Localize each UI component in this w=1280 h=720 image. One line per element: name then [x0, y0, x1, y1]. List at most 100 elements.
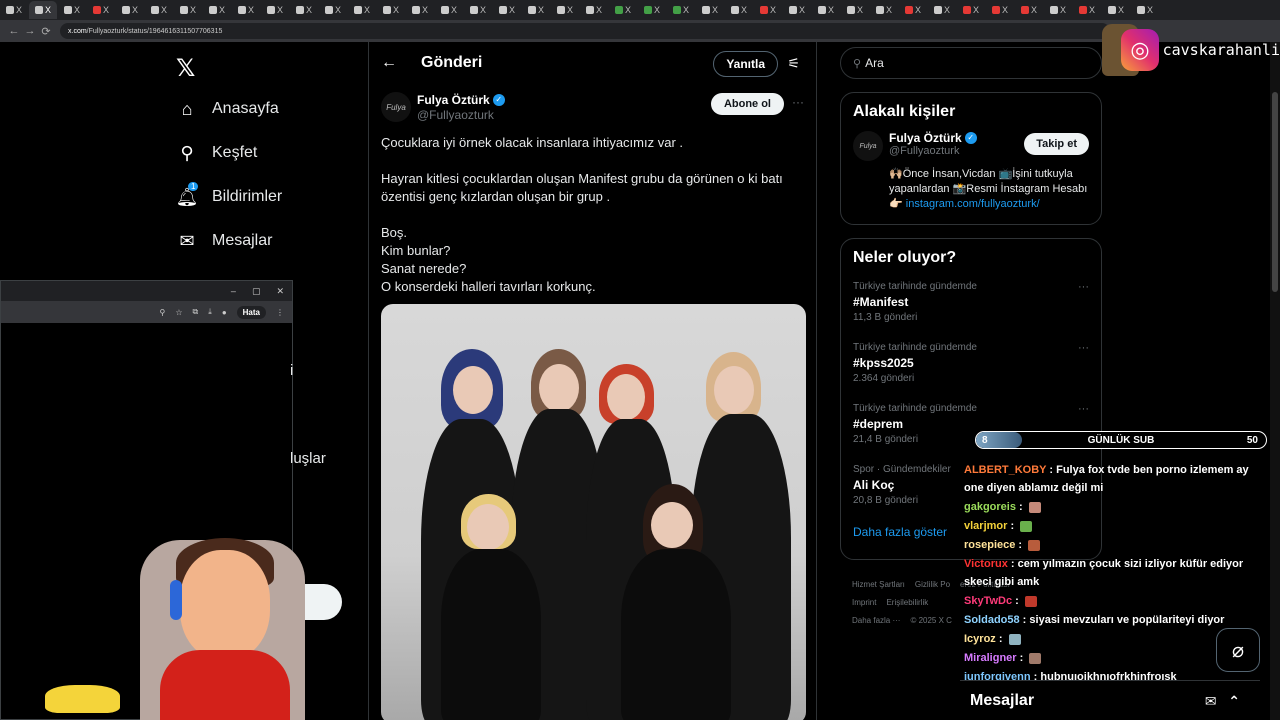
- related-people-card: Alakalı kişiler Fulya Fulya Öztürk ✓ @Ful…: [840, 92, 1102, 225]
- back-icon[interactable]: ←: [6, 25, 22, 37]
- forward-icon[interactable]: →: [22, 25, 38, 37]
- browser-tab[interactable]: X: [377, 1, 405, 19]
- browser-tab[interactable]: X: [1044, 1, 1072, 19]
- reload-icon[interactable]: ⟳: [38, 25, 54, 38]
- browser-tab[interactable]: X: [638, 1, 666, 19]
- footer-link[interactable]: Daha fazla ···: [852, 616, 900, 625]
- messages-dock[interactable]: Mesajlar ✉ ⌃: [960, 680, 1260, 720]
- more-options-icon[interactable]: ···: [792, 95, 804, 109]
- browser-tab[interactable]: X: [870, 1, 898, 19]
- instagram-link[interactable]: instagram.com/fullyaozturk/: [906, 198, 1040, 210]
- browser-tab[interactable]: X: [609, 1, 637, 19]
- tab-label: X: [711, 5, 718, 15]
- zoom-icon[interactable]: ⚲: [160, 308, 166, 317]
- browser-tab[interactable]: X: [174, 1, 202, 19]
- browser-tab[interactable]: X: [58, 1, 86, 19]
- chat-username: ALBERT_KOBY: [964, 464, 1047, 476]
- browser-tab[interactable]: X: [1102, 1, 1130, 19]
- tab-label: X: [537, 5, 544, 15]
- url-field[interactable]: x.com/Fullyaozturk/status/19646163115077…: [60, 23, 1110, 39]
- nav-notifications[interactable]: 🔔︎ 1 Bildirimler: [176, 182, 283, 208]
- menu-icon[interactable]: ⋮: [276, 308, 284, 317]
- browser-tab[interactable]: X: [1015, 1, 1043, 19]
- browser-tab[interactable]: X: [29, 1, 57, 19]
- back-arrow-icon[interactable]: ←: [381, 54, 421, 72]
- footer-link[interactable]: Erişilebilirlik: [886, 598, 928, 607]
- trend-item[interactable]: Türkiye tarihinde gündemde #Manifest 11,…: [853, 277, 1089, 338]
- browser-tab[interactable]: X: [725, 1, 753, 19]
- nav-partial-label: luşlar: [290, 450, 326, 467]
- browser-tab[interactable]: X: [754, 1, 782, 19]
- minimize-icon[interactable]: –: [231, 286, 236, 296]
- close-icon[interactable]: ✕: [276, 286, 284, 297]
- browser-tab[interactable]: X: [522, 1, 550, 19]
- reply-button[interactable]: Yanıtla: [713, 51, 778, 77]
- browser-tab[interactable]: X: [145, 1, 173, 19]
- browser-tab[interactable]: X: [812, 1, 840, 19]
- subscribe-button[interactable]: Abone ol: [710, 93, 784, 115]
- grok-icon[interactable]: ⌀: [1216, 628, 1260, 672]
- more-options-icon[interactable]: ···: [1078, 403, 1089, 415]
- browser-tab[interactable]: X: [87, 1, 115, 19]
- browser-tab[interactable]: X: [551, 1, 579, 19]
- author-handle[interactable]: @Fullyaozturk: [417, 108, 505, 122]
- tweet-line-bos: Boş.: [381, 225, 408, 240]
- browser-tab[interactable]: X: [203, 1, 231, 19]
- extensions-icon[interactable]: ⧉: [193, 307, 199, 317]
- nav-notifications-label: Bildirimler: [212, 188, 283, 205]
- compose-message-icon[interactable]: ✉ ⌃: [1205, 693, 1240, 710]
- x-logo-icon[interactable]: 𝕏: [176, 54, 195, 83]
- author-name[interactable]: Fulya Öztürk ✓: [417, 93, 505, 107]
- browser-tab[interactable]: X: [899, 1, 927, 19]
- download-icon[interactable]: ⤓: [208, 307, 212, 317]
- reply-filter-icon[interactable]: ⚟: [787, 55, 800, 72]
- tweet-photo[interactable]: [381, 304, 806, 720]
- profile-icon[interactable]: ●: [222, 308, 227, 317]
- tab-favicon-icon: [817, 6, 826, 14]
- page-scrollbar[interactable]: [1270, 42, 1280, 720]
- more-options-icon[interactable]: ···: [1078, 342, 1089, 354]
- browser-tab[interactable]: X: [841, 1, 869, 19]
- browser-tab[interactable]: X: [783, 1, 811, 19]
- browser-tab[interactable]: X: [261, 1, 289, 19]
- nav-messages-label: Mesajlar: [212, 232, 273, 249]
- footer-link[interactable]: Hizmet Şartları: [852, 580, 905, 589]
- browser-tab[interactable]: X: [1073, 1, 1101, 19]
- browser-tab[interactable]: X: [696, 1, 724, 19]
- chat-emote-icon: [1020, 520, 1033, 532]
- nav-home[interactable]: ⌂ Anasayfa: [176, 98, 279, 120]
- search-input[interactable]: ⚲ Ara: [840, 47, 1102, 79]
- footer-link[interactable]: Gizlilik Po: [915, 580, 950, 589]
- chat-username: Miraligner: [964, 652, 1017, 664]
- browser-tab[interactable]: X: [580, 1, 608, 19]
- browser-tab[interactable]: X: [435, 1, 463, 19]
- browser-tab[interactable]: X: [464, 1, 492, 19]
- browser-tab[interactable]: X: [667, 1, 695, 19]
- browser-tab[interactable]: X: [232, 1, 260, 19]
- trend-item[interactable]: Türkiye tarihinde gündemde #deprem 21,4 …: [853, 399, 1089, 460]
- scroll-thumb[interactable]: [1272, 92, 1278, 292]
- nav-explore[interactable]: ⚲ Keşfet: [176, 142, 257, 164]
- trend-item[interactable]: Türkiye tarihinde gündemde #kpss2025 2.3…: [853, 338, 1089, 399]
- star-icon[interactable]: ☆: [175, 308, 182, 317]
- browser-tab[interactable]: X: [116, 1, 144, 19]
- more-options-icon[interactable]: ···: [1078, 281, 1089, 293]
- maximize-icon[interactable]: ▢: [252, 286, 261, 297]
- author-avatar[interactable]: Fulya: [381, 92, 411, 122]
- browser-tab[interactable]: X: [406, 1, 434, 19]
- browser-tab[interactable]: X: [1131, 1, 1159, 19]
- footer-link[interactable]: Imprint: [852, 598, 876, 607]
- browser-tab[interactable]: X: [290, 1, 318, 19]
- follow-button[interactable]: Takip et: [1024, 133, 1089, 155]
- browser-tab[interactable]: X: [319, 1, 347, 19]
- trends-title: Neler oluyor?: [853, 249, 957, 266]
- browser-tab[interactable]: X: [986, 1, 1014, 19]
- author-row: Fulya Fulya Öztürk ✓ @Fullyaozturk: [381, 92, 505, 122]
- browser-tab[interactable]: X: [0, 1, 28, 19]
- error-badge[interactable]: Hata: [236, 305, 266, 319]
- browser-tab[interactable]: X: [348, 1, 376, 19]
- nav-messages[interactable]: ✉ Mesajlar: [176, 230, 272, 252]
- browser-tab[interactable]: X: [493, 1, 521, 19]
- browser-tab[interactable]: X: [957, 1, 985, 19]
- browser-tab[interactable]: X: [928, 1, 956, 19]
